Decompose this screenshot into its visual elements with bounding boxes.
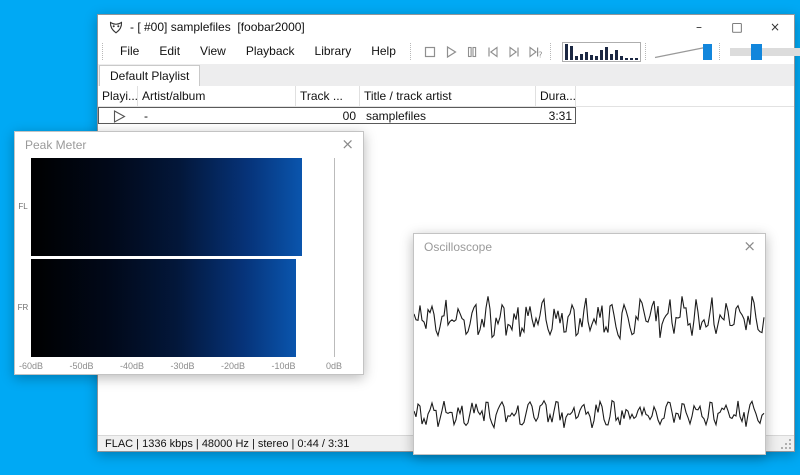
db-scale-label: -10dB bbox=[271, 361, 296, 371]
db-scale-label: -50dB bbox=[69, 361, 94, 371]
foobar2000-icon bbox=[109, 21, 123, 33]
db-scale-label: -20dB bbox=[220, 361, 246, 371]
column-header-track[interactable]: Track ... bbox=[296, 86, 360, 106]
toolbar-separator bbox=[549, 43, 555, 60]
play-random-icon: ? bbox=[529, 45, 543, 59]
window-controls: – □ × bbox=[680, 15, 794, 39]
table-row[interactable]: - 00 samplefiles 3:31 bbox=[98, 107, 576, 124]
title-bar[interactable]: - [ #00] samplefiles [foobar2000] – □ × bbox=[98, 15, 794, 39]
oscilloscope-waveforms bbox=[414, 296, 765, 430]
spectrum-bar bbox=[564, 43, 568, 60]
maximize-button[interactable]: □ bbox=[718, 15, 756, 39]
channel-label-fr: FR bbox=[17, 303, 29, 312]
cell-playing bbox=[99, 108, 139, 123]
spectrum-visualizer[interactable] bbox=[561, 41, 641, 62]
spectrum-bar bbox=[584, 51, 588, 60]
stop-icon bbox=[425, 46, 436, 57]
cell-title: samplefiles bbox=[366, 108, 427, 123]
play-random-button[interactable]: ? bbox=[525, 42, 546, 61]
seek-handle[interactable] bbox=[750, 43, 762, 60]
pause-button[interactable] bbox=[462, 42, 483, 61]
waveform-right bbox=[414, 399, 765, 430]
pause-icon bbox=[468, 46, 477, 57]
spectrum-bar bbox=[594, 55, 598, 60]
db-scale-label: -60dB bbox=[18, 361, 44, 371]
next-icon bbox=[509, 45, 520, 58]
column-header-playing[interactable]: Playi... bbox=[98, 86, 138, 106]
column-header-artist-album[interactable]: Artist/album bbox=[138, 86, 296, 106]
cell-artist-album: - bbox=[144, 108, 148, 123]
play-button[interactable] bbox=[441, 42, 462, 61]
column-header-duration[interactable]: Dura... bbox=[536, 86, 576, 106]
db-scale-label: 0dB bbox=[325, 361, 343, 371]
column-header-title[interactable]: Title / track artist bbox=[360, 86, 536, 106]
spectrum-bar bbox=[604, 46, 608, 60]
spectrum-bar bbox=[619, 55, 623, 60]
playlist-header: Playi... Artist/album Track ... Title / tra… bbox=[98, 86, 794, 107]
toolbar: File Edit View Playback Library Help ? bbox=[98, 39, 800, 64]
toolbar-separator bbox=[718, 43, 724, 60]
peak-meter-close-icon[interactable]: × bbox=[341, 135, 354, 153]
volume-handle[interactable] bbox=[702, 43, 712, 60]
oscilloscope-window: Oscilloscope × bbox=[413, 233, 766, 455]
spectrum-bar bbox=[624, 57, 628, 60]
db-scale-label: -30dB bbox=[170, 361, 195, 371]
resize-grip-icon[interactable] bbox=[779, 437, 792, 450]
spectrum-bar bbox=[634, 57, 638, 60]
volume-slider[interactable] bbox=[653, 42, 715, 62]
spectrum-bar bbox=[614, 49, 618, 60]
playlist-tab-strip: Default Playlist bbox=[98, 64, 794, 86]
spectrum-bar bbox=[599, 49, 603, 60]
transport-controls: ? bbox=[420, 42, 546, 61]
toolbar-separator bbox=[409, 43, 415, 60]
previous-button[interactable] bbox=[483, 42, 504, 61]
seek-track[interactable] bbox=[729, 47, 800, 56]
previous-icon bbox=[488, 45, 498, 58]
peak-bar-fr bbox=[31, 259, 296, 357]
seek-slider[interactable] bbox=[729, 42, 800, 62]
next-button[interactable] bbox=[504, 42, 525, 61]
toolbar-separator bbox=[644, 43, 650, 60]
menu-item-file[interactable]: File bbox=[110, 39, 149, 64]
spectrum-bar bbox=[579, 53, 583, 60]
desktop: - [ #00] samplefiles [foobar2000] – □ × … bbox=[0, 0, 800, 475]
minimize-button[interactable]: – bbox=[680, 15, 718, 39]
cell-duration: 3:31 bbox=[548, 108, 572, 123]
window-title: - [ #00] samplefiles [foobar2000] bbox=[130, 20, 305, 34]
spectrum-bar bbox=[569, 45, 573, 60]
toolbar-grip[interactable] bbox=[102, 43, 107, 60]
menu-item-help[interactable]: Help bbox=[361, 39, 406, 64]
peak-bar-fl bbox=[31, 158, 302, 256]
spectrum-bar bbox=[574, 55, 578, 60]
menu-item-view[interactable]: View bbox=[190, 39, 236, 64]
peak-meter-title: Peak Meter bbox=[25, 138, 87, 152]
tab-default-playlist[interactable]: Default Playlist bbox=[99, 65, 201, 86]
channel-label-fl: FL bbox=[18, 202, 28, 211]
playing-indicator-icon bbox=[113, 109, 126, 123]
menu-item-playback[interactable]: Playback bbox=[236, 39, 305, 64]
cell-track: 00 bbox=[342, 108, 356, 123]
peak-meter-window: Peak Meter × FL FR -60dB -50dB -40dB -30dB -20… bbox=[14, 131, 364, 375]
svg-text:?: ? bbox=[539, 50, 543, 59]
close-button[interactable]: × bbox=[756, 15, 794, 39]
menu-bar: File Edit View Playback Library Help bbox=[110, 39, 406, 64]
waveform-left bbox=[414, 296, 765, 341]
menu-item-edit[interactable]: Edit bbox=[149, 39, 190, 64]
spectrum-bar bbox=[589, 54, 593, 60]
db-scale-label: -40dB bbox=[119, 361, 145, 371]
stop-button[interactable] bbox=[420, 42, 441, 61]
play-icon bbox=[447, 45, 458, 58]
spectrum-bar bbox=[629, 57, 633, 60]
status-text: FLAC | 1336 kbps | 48000 Hz | stereo | 0… bbox=[105, 437, 350, 450]
zero-db-line bbox=[334, 158, 335, 357]
spectrum-bar bbox=[609, 53, 613, 60]
menu-item-library[interactable]: Library bbox=[305, 39, 362, 64]
